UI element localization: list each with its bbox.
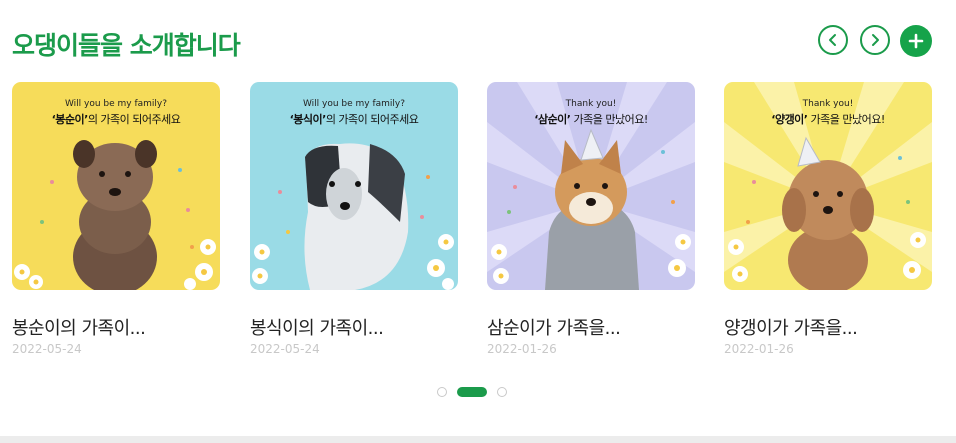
page-dot-2[interactable] [457,387,487,397]
page-dot-1[interactable] [437,387,447,397]
poster-dog-name: ‘삼순이’ [534,113,571,126]
poster-dog-name: ‘봉식이’ [289,113,327,126]
card-date: 2022-01-26 [724,342,794,356]
poster-tagline: Will you be my family? [302,99,406,109]
poster-headline: ‘봉식이’의 가족이 되어주세요 [250,111,458,127]
card-thumbnail[interactable]: Thank you! ‘삼순이’ 가족을 만났어요! [487,82,695,290]
poster-headline: ‘삼순이’ 가족을 만났어요! [487,111,695,127]
adoption-card[interactable]: Thank you! ‘삼순이’ 가족을 만났어요! 삼순이가 가족을... 2… [487,82,695,356]
poster-headline-rest: 의 가족이 되어주세요 [87,113,181,126]
section-title: 오댕이들을 소개합니다 [12,31,241,60]
poster-dog-name: ‘봉순이’ [51,113,89,126]
chevron-left-icon [829,34,836,46]
chevron-right-icon [872,34,879,46]
card-date: 2022-05-24 [250,342,320,356]
card-date: 2022-05-24 [12,342,82,356]
add-button[interactable] [900,25,932,57]
section-divider [0,436,956,443]
poster-tagline: Thank you! [565,99,617,109]
page-dot-3[interactable] [497,387,507,397]
card-title[interactable]: 양갱이가 가족을... [724,314,932,340]
card-title[interactable]: 봉식이의 가족이... [250,314,458,340]
poster-tagline: Thank you! [802,99,854,109]
card-date: 2022-01-26 [487,342,557,356]
poster-dog-name: ‘양갱이’ [771,113,808,126]
adoption-card[interactable]: Will you be my family? ‘봉순이’의 가족이 되어주세요 … [12,82,220,356]
prev-button[interactable] [818,25,848,55]
poster-headline-rest: 의 가족이 되어주세요 [325,113,419,126]
card-title[interactable]: 삼순이가 가족을... [487,314,695,340]
poster-headline: ‘양갱이’ 가족을 만났어요! [724,111,932,127]
plus-icon [908,33,924,49]
card-title[interactable]: 봉순이의 가족이... [12,314,220,340]
adoption-card[interactable]: Thank you! ‘양갱이’ 가족을 만났어요! 양갱이가 가족을... 2… [724,82,932,356]
poster-headline-rest: 가족을 만났어요! [570,113,648,126]
adoption-card[interactable]: Will you be my family? ‘봉식이’의 가족이 되어주세요 … [250,82,458,356]
card-thumbnail[interactable]: Thank you! ‘양갱이’ 가족을 만났어요! [724,82,932,290]
poster-headline: ‘봉순이’의 가족이 되어주세요 [12,111,220,127]
next-button[interactable] [860,25,890,55]
poster-headline-rest: 가족을 만났어요! [807,113,885,126]
card-thumbnail[interactable]: Will you be my family? ‘봉식이’의 가족이 되어주세요 [250,82,458,290]
poster-tagline: Will you be my family? [64,99,168,109]
card-thumbnail[interactable]: Will you be my family? ‘봉순이’의 가족이 되어주세요 [12,82,220,290]
